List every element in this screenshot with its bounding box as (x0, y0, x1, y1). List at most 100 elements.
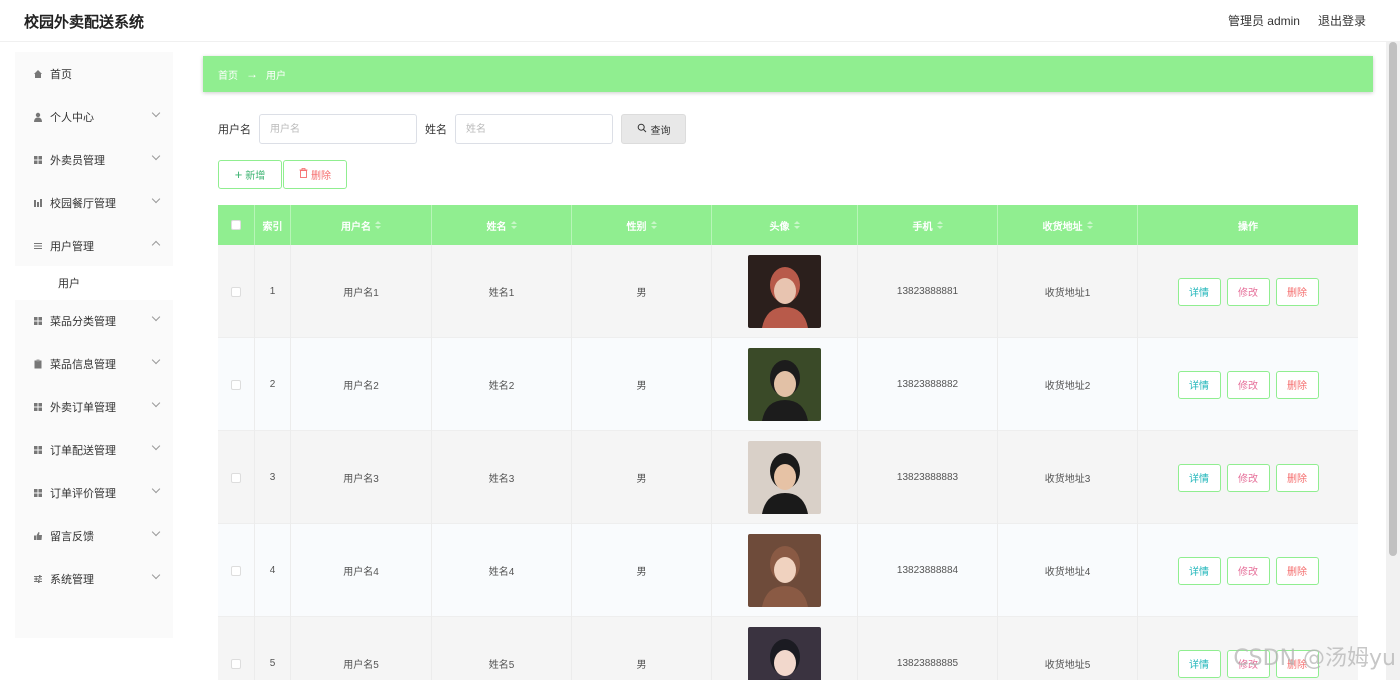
cell-username: 用户名5 (291, 617, 432, 680)
avatar[interactable] (748, 348, 821, 421)
grid-icon (33, 155, 43, 165)
sidebar-item-dish-info[interactable]: 菜品信息管理 (15, 344, 173, 384)
home-icon (33, 69, 43, 79)
page-scrollbar[interactable] (1386, 42, 1400, 680)
sidebar-item-reviews[interactable]: 订单评价管理 (15, 473, 173, 513)
name-search-input[interactable] (455, 114, 613, 144)
chevron-down-icon (151, 194, 161, 204)
chevron-down-icon (151, 398, 161, 408)
sidebar-item-delivery[interactable]: 订单配送管理 (15, 430, 173, 470)
cell-username: 用户名1 (291, 245, 432, 338)
sort-icon (650, 221, 657, 229)
sidebar-item-label: 个人中心 (50, 112, 94, 124)
detail-button[interactable]: 详情 (1177, 463, 1221, 492)
table-body: 1 用户名1 姓名1 男 13823888881 收货地址1 详情 修改 删除 2 用户名2 姓名2 男… (218, 245, 1358, 680)
sidebar-item-home[interactable]: 首页 (15, 54, 173, 94)
thumb-icon (33, 531, 43, 541)
sidebar-item-users[interactable]: 用户管理 (15, 226, 173, 266)
cell-operations: 详情 修改 删除 (1138, 431, 1358, 524)
logout-link[interactable]: 退出登录 (1318, 12, 1366, 29)
row-checkbox[interactable] (231, 286, 241, 297)
sidebar-item-profile[interactable]: 个人中心 (15, 97, 173, 137)
header-name[interactable]: 姓名 (432, 205, 572, 245)
edit-button[interactable]: 修改 (1226, 277, 1270, 306)
header-username[interactable]: 用户名 (291, 205, 432, 245)
grid-icon (33, 488, 43, 498)
delete-button[interactable]: 删除 (1275, 556, 1319, 585)
list-icon (33, 241, 43, 251)
chevron-down-icon (151, 108, 161, 118)
cell-index: 3 (255, 431, 291, 524)
edit-button[interactable]: 修改 (1226, 463, 1270, 492)
sidebar-item-label: 校园餐厅管理 (50, 198, 116, 210)
sidebar-item-courier[interactable]: 外卖员管理 (15, 140, 173, 180)
add-button[interactable]: + 新增 (218, 160, 282, 189)
breadcrumb-current: 用户 (266, 70, 286, 82)
row-checkbox[interactable] (231, 565, 241, 576)
header-phone[interactable]: 手机 (858, 205, 998, 245)
sidebar-subitem-user[interactable]: 用户 (15, 266, 173, 300)
username-search-input[interactable] (259, 114, 417, 144)
table-row: 3 用户名3 姓名3 男 13823888883 收货地址3 详情 修改 删除 (218, 431, 1358, 524)
sidebar-item-feedback[interactable]: 留言反馈 (15, 516, 173, 556)
cell-name: 姓名2 (432, 338, 572, 431)
avatar[interactable] (748, 441, 821, 514)
detail-button[interactable]: 详情 (1177, 649, 1221, 678)
sidebar-item-system[interactable]: 系统管理 (15, 559, 173, 599)
avatar[interactable] (748, 534, 821, 607)
avatar[interactable] (748, 627, 821, 680)
current-user[interactable]: 管理员 admin (1228, 12, 1300, 29)
cell-name: 姓名5 (432, 617, 572, 680)
edit-button[interactable]: 修改 (1226, 556, 1270, 585)
chevron-down-icon (151, 484, 161, 494)
trash-icon (299, 168, 308, 181)
edit-button[interactable]: 修改 (1226, 370, 1270, 399)
chevron-down-icon (151, 151, 161, 161)
cell-avatar (712, 245, 858, 338)
header-label: 手机 (912, 221, 933, 233)
top-header: 校园外卖配送系统 管理员 admin 退出登录 (0, 0, 1400, 42)
arrow-right-icon: → (246, 67, 258, 81)
cell-phone: 13823888881 (858, 245, 998, 338)
delete-button[interactable]: 删除 (1275, 463, 1319, 492)
chevron-down-icon (151, 355, 161, 365)
cell-phone: 13823888884 (858, 524, 998, 617)
chevron-down-icon (151, 441, 161, 451)
detail-button[interactable]: 详情 (1177, 556, 1221, 585)
header-right: 管理员 admin 退出登录 (1228, 12, 1366, 29)
chevron-down-icon (151, 240, 161, 250)
delete-button[interactable]: 删除 (1275, 370, 1319, 399)
scrollbar-thumb[interactable] (1389, 42, 1397, 556)
cell-avatar (712, 431, 858, 524)
header-label: 用户名 (341, 221, 371, 233)
avatar[interactable] (748, 255, 821, 328)
query-button[interactable]: 查询 (621, 114, 686, 144)
user-table: 索引 用户名 姓名 性别 头像 手机 收货地址 操作 1 用户名1 姓名1 男 1382… (218, 205, 1358, 680)
cell-phone: 13823888883 (858, 431, 998, 524)
cell-index: 2 (255, 338, 291, 431)
header-gender[interactable]: 性别 (572, 205, 712, 245)
breadcrumb-home[interactable]: 首页 (218, 67, 238, 82)
cell-avatar (712, 524, 858, 617)
detail-button[interactable]: 详情 (1177, 277, 1221, 306)
header-avatar[interactable]: 头像 (712, 205, 858, 245)
batch-delete-button[interactable]: 删除 (283, 160, 347, 189)
row-checkbox[interactable] (231, 658, 241, 669)
query-button-label: 查询 (650, 125, 671, 137)
row-checkbox[interactable] (231, 379, 241, 390)
sidebar-item-dish-category[interactable]: 菜品分类管理 (15, 301, 173, 341)
sidebar-menu: 首页 个人中心 外卖员管理 校园餐厅管理 用户管理 用户 菜品分类管理 菜品信息… (15, 52, 173, 638)
cell-address: 收货地址2 (998, 338, 1138, 431)
select-all-checkbox[interactable] (231, 220, 241, 230)
detail-button[interactable]: 详情 (1177, 370, 1221, 399)
chevron-down-icon (151, 527, 161, 537)
sidebar-item-label: 菜品信息管理 (50, 359, 116, 371)
delete-button[interactable]: 删除 (1275, 277, 1319, 306)
sidebar-item-orders[interactable]: 外卖订单管理 (15, 387, 173, 427)
sidebar-item-restaurant[interactable]: 校园餐厅管理 (15, 183, 173, 223)
sidebar-item-label: 用户管理 (50, 241, 94, 253)
row-checkbox[interactable] (231, 472, 241, 483)
cell-name: 姓名4 (432, 524, 572, 617)
header-address[interactable]: 收货地址 (998, 205, 1138, 245)
name-label: 姓名 (425, 124, 447, 136)
